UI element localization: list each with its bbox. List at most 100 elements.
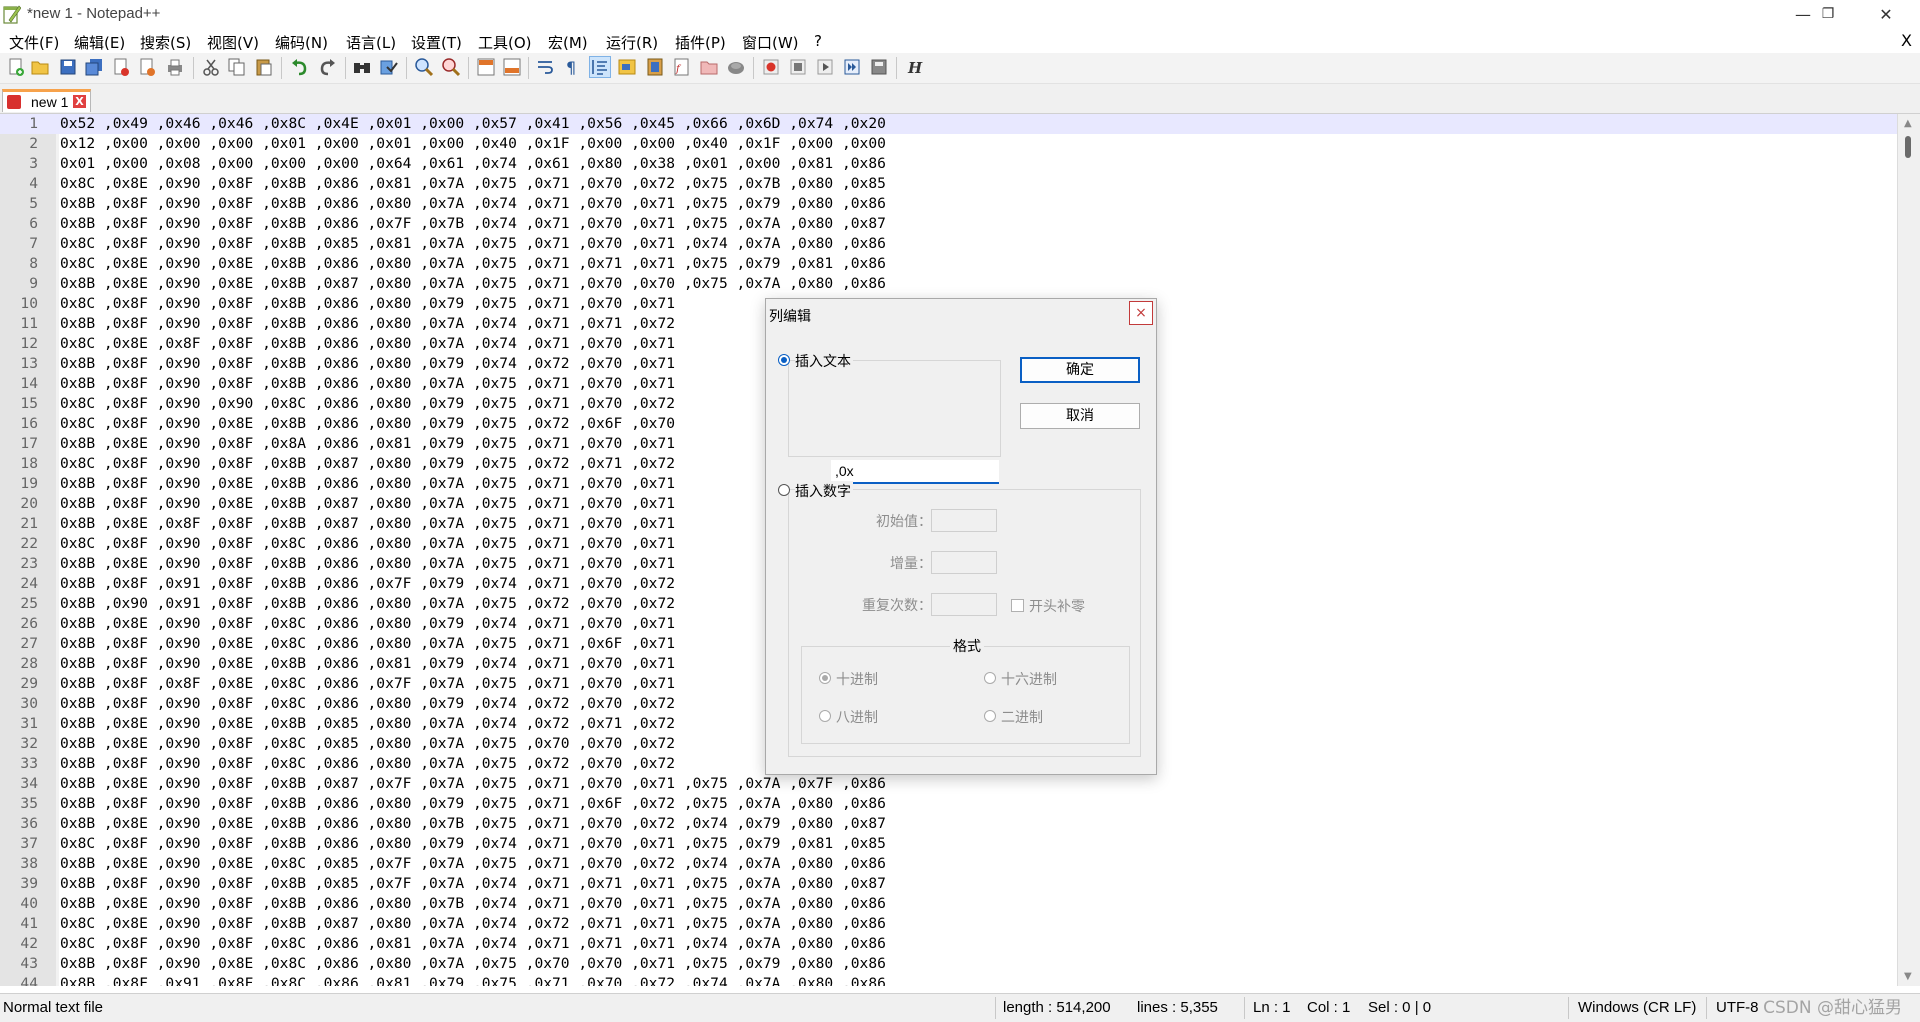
line-text[interactable]: 0x8C ,0x8E ,0x8F ,0x8F ,0x8B ,0x86 ,0x80… <box>60 334 675 354</box>
leading-zero-checkbox[interactable] <box>1011 599 1024 612</box>
line-text[interactable]: 0x8B ,0x8F ,0x90 ,0x8E ,0x8B ,0x86 ,0x81… <box>60 654 675 674</box>
find-icon[interactable] <box>352 57 372 77</box>
save-macro-icon[interactable] <box>869 57 889 77</box>
udl-icon[interactable] <box>617 57 637 77</box>
monitor-icon[interactable] <box>726 57 746 77</box>
line-text[interactable]: 0x8B ,0x8F ,0x8F ,0x8E ,0x8C ,0x86 ,0x7F… <box>60 674 675 694</box>
editor-line[interactable]: 7 0x8C ,0x8F ,0x90 ,0x8F ,0x8B ,0x85 ,0x8… <box>0 234 1898 254</box>
insert-text-input[interactable] <box>831 460 999 484</box>
new-file-icon[interactable] <box>6 57 26 77</box>
line-text[interactable]: 0x8C ,0x8F ,0x90 ,0x8F ,0x8B ,0x85 ,0x81… <box>60 234 886 254</box>
menu-settings[interactable]: 设置(T) <box>411 32 462 53</box>
editor-line[interactable]: 38 0x8B ,0x8E ,0x90 ,0x8E ,0x8C ,0x85 ,0x… <box>0 854 1898 874</box>
editor-line[interactable]: 5 0x8B ,0x8F ,0x90 ,0x8F ,0x8B ,0x86 ,0x8… <box>0 194 1898 214</box>
line-text[interactable]: 0x8B ,0x8F ,0x90 ,0x8F ,0x8B ,0x86 ,0x80… <box>60 194 886 214</box>
editor-line[interactable]: 6 0x8B ,0x8F ,0x90 ,0x8F ,0x8B ,0x86 ,0x7… <box>0 214 1898 234</box>
line-text[interactable]: 0x8B ,0x8F ,0x90 ,0x8F ,0x8B ,0x86 ,0x80… <box>60 794 886 814</box>
line-text[interactable]: 0x8B ,0x8E ,0x90 ,0x8F ,0x8B ,0x87 ,0x7F… <box>60 774 886 794</box>
editor-line[interactable]: 34 0x8B ,0x8E ,0x90 ,0x8F ,0x8B ,0x87 ,0x… <box>0 774 1898 794</box>
zoom-out-icon[interactable] <box>441 57 461 77</box>
show-all-chars-icon[interactable]: ¶ <box>562 57 582 77</box>
line-text[interactable]: 0x8C ,0x8F ,0x90 ,0x8F ,0x8C ,0x86 ,0x80… <box>60 534 675 554</box>
scroll-down-arrow-icon[interactable]: ▼ <box>1904 971 1912 982</box>
menu-window[interactable]: 窗口(W) <box>742 32 799 53</box>
folder-workspace-icon[interactable] <box>699 57 719 77</box>
increment-input[interactable] <box>931 551 997 574</box>
paste-icon[interactable] <box>254 57 274 77</box>
line-text[interactable]: 0x52 ,0x49 ,0x46 ,0x46 ,0x8C ,0x4E ,0x01… <box>60 114 886 134</box>
binary-radio[interactable] <box>984 710 996 722</box>
line-text[interactable]: 0x8B ,0x8F ,0x90 ,0x8E ,0x8B ,0x87 ,0x80… <box>60 494 675 514</box>
octal-radio[interactable] <box>819 710 831 722</box>
run-macro-multiple-icon[interactable] <box>842 57 862 77</box>
zoom-in-icon[interactable] <box>414 57 434 77</box>
menu-search[interactable]: 搜索(S) <box>140 32 191 53</box>
line-text[interactable]: 0x8B ,0x8F ,0x90 ,0x8E ,0x8C ,0x86 ,0x80… <box>60 634 675 654</box>
record-macro-icon[interactable] <box>761 57 781 77</box>
print-icon[interactable] <box>165 57 185 77</box>
line-text[interactable]: 0x8B ,0x8F ,0x90 ,0x8F ,0x8B ,0x86 ,0x80… <box>60 314 675 334</box>
editor-line[interactable]: 35 0x8B ,0x8F ,0x90 ,0x8F ,0x8B ,0x86 ,0x… <box>0 794 1898 814</box>
line-text[interactable]: 0x8C ,0x8F ,0x90 ,0x8F ,0x8B ,0x87 ,0x80… <box>60 454 675 474</box>
line-text[interactable]: 0x8B ,0x8F ,0x90 ,0x8F ,0x8B ,0x86 ,0x80… <box>60 374 675 394</box>
line-text[interactable]: 0x01 ,0x00 ,0x08 ,0x00 ,0x00 ,0x00 ,0x64… <box>60 154 886 174</box>
tab-new-1[interactable]: new 1 X <box>2 89 91 112</box>
ok-button[interactable]: 确定 <box>1020 357 1140 383</box>
copy-icon[interactable] <box>227 57 247 77</box>
sync-vertical-icon[interactable] <box>476 57 496 77</box>
save-icon[interactable] <box>58 57 78 77</box>
redo-icon[interactable] <box>317 57 337 77</box>
line-text[interactable]: 0x8C ,0x8F ,0x90 ,0x8F ,0x8B ,0x86 ,0x80… <box>60 294 675 314</box>
open-file-icon[interactable] <box>30 57 50 77</box>
line-text[interactable]: 0x12 ,0x00 ,0x00 ,0x00 ,0x01 ,0x00 ,0x01… <box>60 134 886 154</box>
editor-line[interactable]: 39 0x8B ,0x8F ,0x90 ,0x8F ,0x8B ,0x85 ,0x… <box>0 874 1898 894</box>
cancel-button[interactable]: 取消 <box>1020 403 1140 429</box>
close-all-icon[interactable] <box>137 57 157 77</box>
save-all-icon[interactable] <box>84 57 104 77</box>
line-text[interactable]: 0x8B ,0x8E ,0x90 ,0x8F ,0x8B ,0x86 ,0x80… <box>60 554 675 574</box>
line-text[interactable]: 0x8B ,0x8E ,0x90 ,0x8E ,0x8B ,0x86 ,0x80… <box>60 814 886 834</box>
menu-tools[interactable]: 工具(O) <box>478 32 532 53</box>
insert-number-radio[interactable] <box>778 484 790 496</box>
hex-radio[interactable] <box>984 672 996 684</box>
line-text[interactable]: 0x8C ,0x8F ,0x90 ,0x8E ,0x8B ,0x86 ,0x80… <box>60 414 675 434</box>
line-text[interactable]: 0x8B ,0x8E ,0x90 ,0x8F ,0x8C ,0x85 ,0x80… <box>60 734 675 754</box>
line-text[interactable]: 0x8B ,0x8F ,0x90 ,0x8E ,0x8B ,0x86 ,0x80… <box>60 474 675 494</box>
word-wrap-icon[interactable] <box>536 57 556 77</box>
editor-line[interactable]: 36 0x8B ,0x8E ,0x90 ,0x8E ,0x8B ,0x86 ,0x… <box>0 814 1898 834</box>
doc-map-icon[interactable] <box>645 57 665 77</box>
stop-record-icon[interactable] <box>788 57 808 77</box>
scroll-thumb[interactable] <box>1905 136 1911 158</box>
line-text[interactable]: 0x8B ,0x8F ,0x90 ,0x8F ,0x8B ,0x85 ,0x7F… <box>60 874 886 894</box>
editor-line[interactable]: 42 0x8C ,0x8F ,0x90 ,0x8F ,0x8C ,0x86 ,0x… <box>0 934 1898 954</box>
line-text[interactable]: 0x8B ,0x8E ,0x90 ,0x8F ,0x8C ,0x86 ,0x80… <box>60 614 675 634</box>
line-text[interactable]: 0x8B ,0x8F ,0x91 ,0x8F ,0x8C ,0x86 ,0x81… <box>60 974 886 986</box>
scroll-up-arrow-icon[interactable]: ▲ <box>1904 118 1912 129</box>
editor-line[interactable]: 8 0x8C ,0x8E ,0x90 ,0x8E ,0x8B ,0x86 ,0x8… <box>0 254 1898 274</box>
menu-encoding[interactable]: 编码(N) <box>275 32 328 53</box>
editor-line[interactable]: 41 0x8C ,0x8E ,0x90 ,0x8F ,0x8B ,0x87 ,0x… <box>0 914 1898 934</box>
menu-macro[interactable]: 宏(M) <box>548 32 588 53</box>
editor-line[interactable]: 37 0x8C ,0x8F ,0x90 ,0x8F ,0x8B ,0x86 ,0x… <box>0 834 1898 854</box>
function-list-icon[interactable]: f <box>672 57 692 77</box>
editor-line[interactable]: 1 0x52 ,0x49 ,0x46 ,0x46 ,0x8C ,0x4E ,0x0… <box>0 114 1898 134</box>
close-document-button[interactable]: X <box>1901 31 1912 50</box>
menu-view[interactable]: 视图(V) <box>207 32 259 53</box>
line-text[interactable]: 0x8B ,0x8F ,0x91 ,0x8F ,0x8B ,0x86 ,0x7F… <box>60 574 675 594</box>
decimal-radio[interactable] <box>819 672 831 684</box>
line-text[interactable]: 0x8B ,0x8E ,0x90 ,0x8E ,0x8C ,0x85 ,0x7F… <box>60 854 886 874</box>
editor-line[interactable]: 40 0x8B ,0x8E ,0x90 ,0x8F ,0x8B ,0x86 ,0x… <box>0 894 1898 914</box>
line-text[interactable]: 0x8B ,0x8E ,0x90 ,0x8E ,0x8B ,0x85 ,0x80… <box>60 714 675 734</box>
insert-text-radio[interactable] <box>778 354 790 366</box>
vertical-scrollbar[interactable]: ▲ ▼ <box>1897 114 1920 986</box>
indent-guide-icon[interactable] <box>589 56 611 78</box>
editor-line[interactable]: 9 0x8B ,0x8E ,0x90 ,0x8E ,0x8B ,0x87 ,0x8… <box>0 274 1898 294</box>
close-window-button[interactable]: ✕ <box>1858 0 1914 28</box>
eol-status[interactable]: Windows (CR LF) <box>1578 999 1696 1016</box>
line-text[interactable]: 0x8B ,0x8E ,0x8F ,0x8F ,0x8B ,0x87 ,0x80… <box>60 514 675 534</box>
line-text[interactable]: 0x8B ,0x8E ,0x90 ,0x8F ,0x8B ,0x86 ,0x80… <box>60 894 886 914</box>
line-text[interactable]: 0x8C ,0x8F ,0x90 ,0x8F ,0x8C ,0x86 ,0x81… <box>60 934 886 954</box>
menu-help[interactable]: ? <box>814 32 822 50</box>
menu-plugins[interactable]: 插件(P) <box>675 32 726 53</box>
line-text[interactable]: 0x8C ,0x8F ,0x90 ,0x8F ,0x8B ,0x86 ,0x80… <box>60 834 886 854</box>
